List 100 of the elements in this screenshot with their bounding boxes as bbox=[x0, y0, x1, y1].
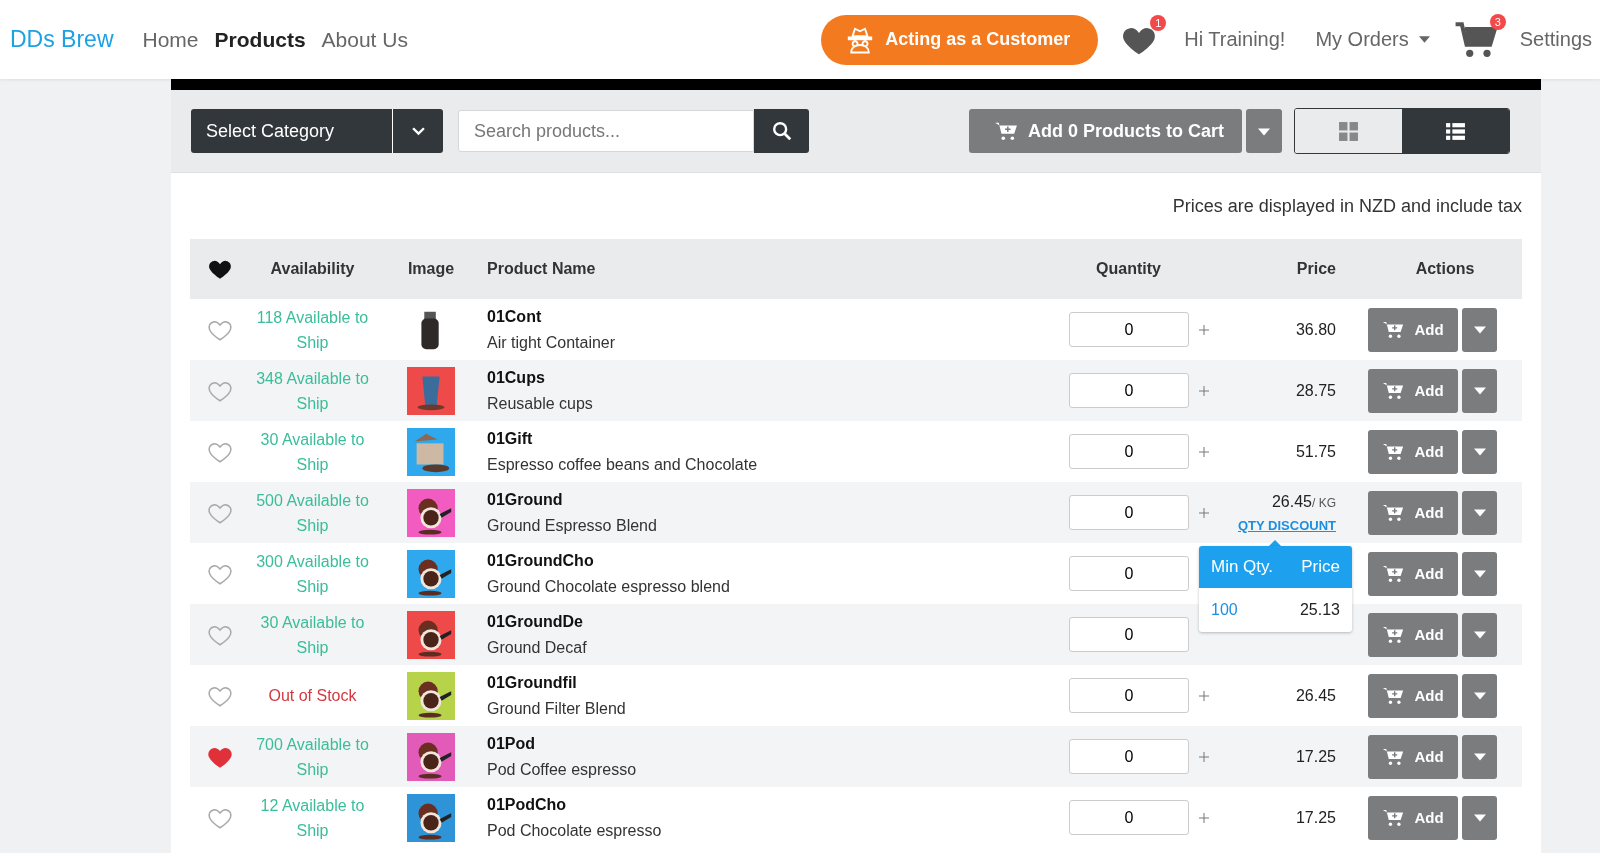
product-name: Ground Decaf bbox=[487, 638, 587, 657]
nav-link[interactable]: About Us bbox=[321, 27, 408, 52]
product-name: Ground Chocolate espresso blend bbox=[487, 577, 730, 596]
price-text: 17.25 bbox=[1295, 747, 1336, 766]
category-dropdown[interactable]: Select Category bbox=[191, 109, 443, 153]
cart-plus-icon bbox=[1382, 381, 1405, 400]
quantity-field[interactable]: 0 bbox=[1069, 617, 1189, 652]
brand-logo[interactable]: DDs Brew bbox=[10, 26, 114, 53]
add-products-to-cart-button[interactable]: Add 0 Products to Cart bbox=[969, 109, 1242, 153]
column-header: Quantity bbox=[1096, 260, 1161, 278]
caret-icon bbox=[1258, 127, 1270, 136]
grid-icon bbox=[1338, 120, 1359, 142]
quantity-field[interactable]: 0 bbox=[1069, 495, 1189, 530]
my-orders-menu[interactable]: My Orders bbox=[1315, 28, 1430, 51]
price-text: 36.80 bbox=[1295, 320, 1336, 339]
quantity-field[interactable]: 0 bbox=[1069, 739, 1189, 774]
cart-plus-icon bbox=[1382, 320, 1405, 339]
product-code: 01Cont bbox=[487, 307, 542, 326]
add-button[interactable]: Add bbox=[1368, 490, 1458, 535]
availability-text: 118 Available to Ship bbox=[255, 307, 370, 353]
add-button[interactable]: Add bbox=[1368, 612, 1458, 657]
dropdown-button[interactable] bbox=[1462, 551, 1497, 596]
add-button[interactable]: Add bbox=[1368, 551, 1458, 596]
availability-text: 700 Available to Ship bbox=[255, 734, 370, 780]
product-code: 01PodCho bbox=[487, 795, 567, 814]
caret-icon bbox=[1473, 326, 1486, 334]
add-button[interactable]: Add bbox=[1368, 734, 1458, 779]
quantity-field[interactable]: 0 bbox=[1069, 800, 1189, 835]
nav-link[interactable]: Products bbox=[214, 27, 306, 52]
product-name: Ground Filter Blend bbox=[487, 699, 626, 718]
product-name: Ground Espresso Blend bbox=[487, 516, 657, 535]
dropdown-button[interactable] bbox=[1246, 109, 1282, 153]
caret-icon bbox=[1473, 753, 1486, 761]
plus-icon[interactable] bbox=[1199, 385, 1209, 396]
dropdown-button[interactable] bbox=[1462, 673, 1497, 718]
column-header: Price bbox=[1296, 260, 1336, 278]
caret-icon bbox=[1473, 387, 1486, 395]
plus-icon[interactable] bbox=[1199, 324, 1209, 335]
list-icon bbox=[1445, 120, 1466, 142]
plus-icon[interactable] bbox=[1199, 446, 1209, 457]
dropdown-button[interactable] bbox=[1462, 612, 1497, 657]
dropdown-button[interactable] bbox=[1462, 307, 1497, 352]
price-text: 26.45 bbox=[1295, 686, 1336, 705]
cart-plus-icon bbox=[1382, 442, 1405, 461]
quantity-field[interactable]: 0 bbox=[1069, 312, 1189, 347]
dropdown-button[interactable] bbox=[1462, 429, 1497, 474]
product-name: Reusable cups bbox=[487, 394, 593, 413]
price-note: Prices are displayed in NZD and include tax bbox=[1171, 195, 1522, 218]
popover-header-cell: Price bbox=[1301, 557, 1340, 577]
column-header: Image bbox=[407, 260, 455, 278]
product-code: 01Ground bbox=[487, 490, 563, 509]
plus-icon[interactable] bbox=[1199, 690, 1209, 701]
cart-plus-icon bbox=[1382, 686, 1405, 705]
product-code: 01Groundfil bbox=[487, 673, 577, 692]
greeting-text: Hi Training! bbox=[1184, 28, 1286, 51]
settings-link[interactable]: Settings bbox=[1519, 28, 1592, 51]
cart-plus-icon bbox=[994, 121, 1018, 141]
availability-text: 500 Available to Ship bbox=[255, 490, 370, 536]
view-toggle-button[interactable] bbox=[1402, 109, 1509, 153]
wishlist-count-badge: 1 bbox=[1150, 14, 1167, 31]
product-code: 01Pod bbox=[487, 734, 535, 753]
price-text: 26.45/ KG bbox=[1271, 492, 1336, 511]
plus-icon[interactable] bbox=[1199, 751, 1209, 762]
add-button[interactable]: Add bbox=[1368, 673, 1458, 718]
plus-icon[interactable] bbox=[1199, 812, 1209, 823]
popover-header-cell: Min Qty. bbox=[1211, 557, 1274, 577]
quantity-field[interactable]: 0 bbox=[1069, 556, 1189, 591]
popover-cell: 25.13 bbox=[1299, 601, 1340, 619]
availability-text: 30 Available to Ship bbox=[259, 612, 366, 658]
add-button[interactable]: Add bbox=[1368, 429, 1458, 474]
product-name: Pod Coffee espresso bbox=[487, 760, 637, 779]
add-button[interactable]: Add bbox=[1368, 307, 1458, 352]
product-code: 01GroundCho bbox=[487, 551, 594, 570]
caret-icon bbox=[1473, 814, 1486, 822]
product-name: Pod Chocolate espresso bbox=[487, 821, 662, 840]
dropdown-button[interactable] bbox=[1462, 734, 1497, 779]
search-field[interactable]: Search products... bbox=[458, 110, 754, 152]
search-icon bbox=[770, 120, 793, 142]
nav-link[interactable]: Home bbox=[142, 27, 199, 52]
dropdown-button[interactable] bbox=[1462, 368, 1497, 413]
quantity-field[interactable]: 0 bbox=[1069, 434, 1189, 469]
plus-icon[interactable] bbox=[1199, 507, 1209, 518]
quantity-field[interactable]: 0 bbox=[1069, 373, 1189, 408]
caret-icon bbox=[1473, 631, 1486, 639]
qty-discount-link[interactable]: QTY DISCOUNT bbox=[1238, 517, 1336, 533]
cart-plus-icon bbox=[1382, 747, 1405, 766]
availability-text: 12 Available to Ship bbox=[259, 795, 366, 841]
cart-plus-icon bbox=[1382, 808, 1405, 827]
add-button[interactable]: Add bbox=[1368, 368, 1458, 413]
product-code: 01GroundDe bbox=[487, 612, 583, 631]
dropdown-button[interactable] bbox=[1462, 490, 1497, 535]
caret-icon bbox=[1473, 448, 1486, 456]
price-text: 17.25 bbox=[1295, 808, 1336, 827]
dropdown-button[interactable] bbox=[1462, 795, 1497, 840]
add-button[interactable]: Add bbox=[1368, 795, 1458, 840]
product-code: 01Cups bbox=[487, 368, 545, 387]
search-button[interactable] bbox=[754, 109, 809, 153]
availability-text: Out of Stock bbox=[267, 686, 358, 706]
caret-icon bbox=[1418, 36, 1430, 43]
quantity-field[interactable]: 0 bbox=[1069, 678, 1189, 713]
